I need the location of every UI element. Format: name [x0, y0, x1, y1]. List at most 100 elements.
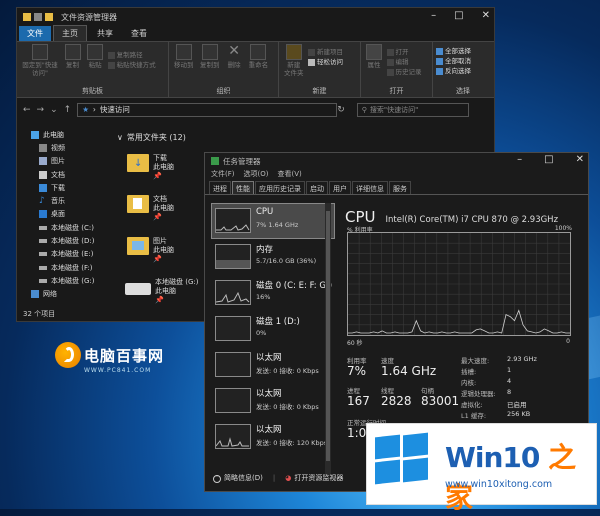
move-icon [175, 44, 192, 60]
fewer-details-button[interactable]: ˄ 简略信息(D) [213, 473, 263, 483]
tab-details[interactable]: 详细信息 [352, 181, 388, 194]
section-header[interactable]: ∨ 常用文件夹 (12) [117, 132, 494, 143]
forward-icon[interactable]: → [37, 105, 45, 115]
tab-share[interactable]: 共享 [89, 26, 121, 41]
nav-documents[interactable]: 文档 [17, 168, 112, 181]
group-label-open: 打开 [389, 87, 404, 95]
ethernet1-sparkline [215, 352, 251, 377]
tab-services[interactable]: 服务 [389, 181, 411, 194]
pin-icon: 📌 [153, 172, 162, 180]
menu-view[interactable]: 查看(V) [277, 169, 301, 181]
up-icon[interactable]: ↑ [64, 105, 72, 115]
tab-startup[interactable]: 启动 [306, 181, 328, 194]
select-all-icon [436, 47, 443, 55]
move-to-button[interactable]: 移动到 [174, 44, 194, 69]
pin-quick-access-button[interactable]: 固定到"快速访问" [22, 44, 58, 77]
copy-to-button[interactable]: 复制到 [200, 44, 220, 69]
status-bar: 32 个项目 [23, 310, 56, 318]
nav-videos[interactable]: 视频 [17, 141, 112, 154]
navigation-pane: 此电脑 视频 图片 文档 下载 ♪ 音乐 桌面 本地磁盘 (C:) 本地磁盘 (D… [17, 128, 112, 309]
folder-item-documents[interactable]: 文档 此电脑 📌 [127, 195, 174, 222]
tab-home[interactable]: 主页 [53, 25, 87, 41]
maximize-icon[interactable]: □ [454, 10, 463, 21]
history-button[interactable]: 历史记录 [386, 67, 422, 77]
address-box[interactable]: ★ › 快速访问 [77, 102, 338, 117]
maximize-icon[interactable]: □ [544, 154, 553, 165]
menu-options[interactable]: 选项(O) [244, 169, 269, 181]
taskmgr-menubar: 文件(F) 选项(O) 查看(V) [205, 169, 588, 181]
resource-item-memory[interactable]: 内存 5.7/16.0 GB (36%) [211, 239, 335, 275]
minimize-icon[interactable]: – [517, 154, 522, 165]
nav-drive-g[interactable]: 本地磁盘 (G:) [17, 274, 112, 287]
drive-item-g[interactable]: 本地磁盘 (G:) 此电脑 📌 [125, 278, 198, 305]
properties-icon[interactable] [34, 13, 42, 21]
resource-item-ethernet-3[interactable]: 以太网 发送: 0 接收: 120 Kbps [211, 419, 335, 455]
new-folder-icon [285, 44, 302, 60]
chevron-up-icon: ˄ [213, 475, 221, 483]
delete-button[interactable]: ✕ 删除 [226, 44, 242, 69]
copy-path-button[interactable]: 复制路径 [107, 50, 156, 60]
nav-network[interactable]: 网络 [17, 288, 112, 301]
tab-view[interactable]: 查看 [123, 26, 155, 41]
easy-access-button[interactable]: 轻松访问 [308, 57, 343, 67]
nav-downloads[interactable]: 下载 [17, 181, 112, 194]
nav-music[interactable]: ♪ 音乐 [17, 194, 112, 207]
paste-shortcut-button[interactable]: 粘贴快捷方式 [107, 60, 156, 70]
open-button[interactable]: 打开 [386, 47, 422, 57]
info-value: 1 [507, 366, 512, 374]
resource-item-cpu[interactable]: CPU 7% 1.64 GHz [211, 203, 335, 239]
minimize-icon[interactable]: – [431, 10, 436, 21]
explorer-titlebar: 文件资源管理器 – □ ✕ [17, 8, 494, 26]
close-icon[interactable]: ✕ [482, 10, 490, 21]
win10-brand-text: Win10 之家 [445, 441, 576, 514]
win10-watermark: Win10 之家 www.win10xitong.com [366, 423, 597, 514]
select-none-button[interactable]: 全部取消 [436, 56, 490, 66]
rename-button[interactable]: 重命名 [249, 44, 268, 69]
process-value: 167 [347, 394, 370, 408]
resource-item-ethernet-2[interactable]: 以太网 发送: 0 接收: 0 Kbps [211, 383, 335, 419]
tab-app-history[interactable]: 应用历史记录 [255, 181, 305, 194]
invert-selection-button[interactable]: 反向选择 [436, 66, 490, 76]
cpu-model: Intel(R) Core(TM) i7 CPU 870 @ 2.93GHz [385, 215, 559, 225]
folder-item-pictures[interactable]: 图片 此电脑 📌 [127, 237, 174, 264]
nav-drive-c[interactable]: 本地磁盘 (C:) [17, 221, 112, 234]
group-new: 新建 文件夹 新建项目 轻松访问 新建 [279, 42, 361, 97]
resource-item-disk-1[interactable]: 磁盘 1 (D:) 0% [211, 311, 335, 347]
edit-button[interactable]: 编辑 [386, 57, 422, 67]
nav-desktop[interactable]: 桌面 [17, 208, 112, 221]
taskmgr-footer: ˄ 简略信息(D) | ◕ 打开资源监视器 [213, 473, 343, 483]
resource-item-disk-0[interactable]: 磁盘 0 (C: E: F: G:) 16% [211, 275, 335, 311]
search-input[interactable]: ⚲ 搜索"快速访问" [356, 102, 469, 117]
refresh-icon[interactable]: ↻ [337, 105, 345, 115]
recent-chevron-icon[interactable]: ⌄ [50, 105, 58, 115]
properties-button[interactable]: 属性 [366, 44, 382, 69]
new-folder-button[interactable]: 新建 文件夹 [284, 44, 304, 77]
pictures-icon [39, 157, 47, 166]
select-all-button[interactable]: 全部选择 [436, 46, 490, 56]
open-resource-monitor-link[interactable]: ◕ 打开资源监视器 [285, 473, 343, 483]
info-value: 2.93 GHz [507, 355, 537, 363]
back-icon[interactable]: ← [23, 105, 31, 115]
nav-drive-e[interactable]: 本地磁盘 (E:) [17, 248, 112, 261]
tab-users[interactable]: 用户 [329, 181, 351, 194]
menu-file[interactable]: 文件(F) [211, 169, 235, 181]
max-axis-label: 100% [554, 225, 572, 232]
tab-processes[interactable]: 进程 [209, 181, 231, 194]
resource-list-scrollbar[interactable] [325, 203, 331, 475]
tab-file[interactable]: 文件 [19, 26, 51, 41]
resource-item-ethernet-1[interactable]: 以太网 发送: 0 接收: 0 Kbps [211, 347, 335, 383]
paste-button[interactable]: 粘贴 [87, 44, 104, 69]
nav-pictures[interactable]: 图片 [17, 155, 112, 168]
drive-icon [39, 239, 47, 244]
nav-drive-f[interactable]: 本地磁盘 (F:) [17, 261, 112, 274]
nav-this-pc[interactable]: 此电脑 [17, 128, 112, 141]
new-folder-icon[interactable] [45, 13, 53, 21]
tab-performance[interactable]: 性能 [232, 181, 254, 194]
taskmgr-app-icon [211, 157, 219, 165]
nav-drive-d[interactable]: 本地磁盘 (D:) [17, 234, 112, 247]
copy-button[interactable]: 复制 [64, 44, 81, 69]
new-item-button[interactable]: 新建项目 [308, 47, 343, 57]
taskmgr-titlebar: 任务管理器 – □ ✕ [205, 153, 588, 169]
close-icon[interactable]: ✕ [576, 154, 584, 165]
folder-item-downloads[interactable]: ↓ 下载 此电脑 📌 [127, 154, 174, 181]
